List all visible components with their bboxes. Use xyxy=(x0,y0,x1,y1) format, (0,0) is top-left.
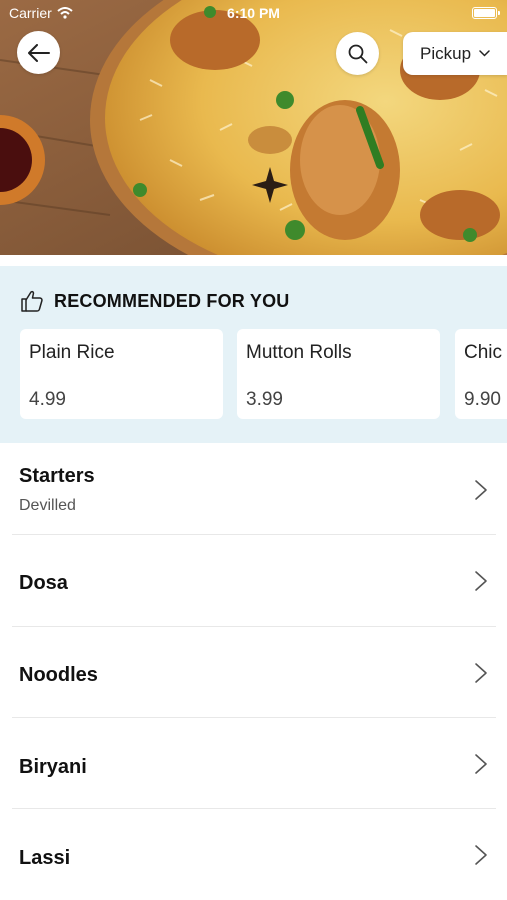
item-name: Chic xyxy=(464,342,503,363)
item-name: Mutton Rolls xyxy=(246,342,352,363)
recommended-card[interactable]: Plain Rice 4.99 xyxy=(20,329,223,419)
recommended-title: RECOMMENDED FOR YOU xyxy=(54,290,290,311)
category-subtitle: Devilled xyxy=(19,497,76,514)
category-name: Lassi xyxy=(19,847,71,869)
category-row-dosa[interactable]: Dosa xyxy=(12,535,496,627)
recommended-header: RECOMMENDED FOR YOU xyxy=(20,290,289,312)
arrow-left-icon xyxy=(27,43,50,62)
item-name: Plain Rice xyxy=(29,342,115,363)
recommended-card[interactable]: Mutton Rolls 3.99 xyxy=(237,329,440,419)
back-button[interactable] xyxy=(17,31,60,74)
chevron-right-icon xyxy=(475,754,487,774)
recommended-section: RECOMMENDED FOR YOU Plain Rice 4.99 Mutt… xyxy=(0,266,507,443)
recommended-card[interactable]: Chic 9.90 xyxy=(455,329,507,419)
chevron-right-icon xyxy=(475,663,487,683)
status-bar: Carrier 6:10 PM xyxy=(0,0,507,28)
search-button[interactable] xyxy=(336,32,379,75)
battery-icon xyxy=(472,7,500,19)
category-row-lassi[interactable]: Lassi xyxy=(12,809,496,900)
category-row-noodles[interactable]: Noodles xyxy=(12,627,496,718)
item-price: 9.90 xyxy=(464,389,501,410)
category-name: Biryani xyxy=(19,756,87,778)
order-mode-label: Pickup xyxy=(420,43,472,63)
chevron-right-icon xyxy=(475,845,487,865)
chevron-down-icon xyxy=(479,50,490,57)
category-row-starters[interactable]: Starters Devilled xyxy=(12,444,496,535)
category-name: Starters xyxy=(19,465,95,487)
search-icon xyxy=(348,44,367,63)
order-mode-dropdown[interactable]: Pickup xyxy=(403,32,507,75)
category-name: Dosa xyxy=(19,572,68,594)
chevron-right-icon xyxy=(475,571,487,591)
chevron-right-icon xyxy=(475,480,487,500)
thumbs-up-icon xyxy=(21,290,43,312)
category-name: Noodles xyxy=(19,664,98,686)
status-time: 6:10 PM xyxy=(227,5,280,21)
item-price: 4.99 xyxy=(29,389,66,410)
item-price: 3.99 xyxy=(246,389,283,410)
category-row-biryani[interactable]: Biryani xyxy=(12,718,496,809)
